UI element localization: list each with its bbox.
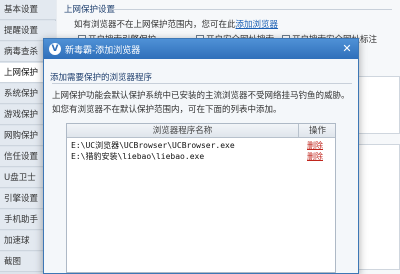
dialog-description: 上网保护功能会默认保护系统中已安装的主流浏览器不受网络挂马钓鱼的威胁。如您有浏览… — [52, 91, 350, 115]
dialog-title: 新毒霸-添加浏览器 — [65, 46, 141, 56]
program-path: E:\UC浏览器\UCBrowser\UCBrowser.exe — [71, 141, 235, 150]
delete-link[interactable]: 删除 — [307, 151, 323, 162]
column-header-program-name[interactable]: 浏览器程序名称 — [67, 124, 299, 138]
sidebar-item-basic[interactable]: 基本设置 — [0, 0, 56, 20]
settings-group-box — [352, 144, 400, 270]
web-protect-section-title: 上网保护设置 — [64, 5, 116, 15]
add-browser-hint-text: 如有浏览器不在上网保护范围内，您可在此 — [74, 20, 236, 30]
list-item[interactable]: E:\UC浏览器\UCBrowser\UCBrowser.exe 删除 — [67, 140, 335, 151]
duba-logo-icon: V — [49, 43, 61, 55]
settings-group-box — [352, 76, 400, 134]
section-divider — [112, 9, 392, 10]
dialog-titlebar[interactable]: V 新毒霸-添加浏览器 ✕ — [44, 39, 358, 59]
list-item[interactable]: E:\猎豹安装\liebao\liebao.exe 删除 — [67, 151, 335, 162]
section-divider — [52, 83, 352, 84]
delete-link[interactable]: 删除 — [307, 140, 323, 151]
add-browser-hint: 如有浏览器不在上网保护范围内，您可在此添加浏览器 — [74, 18, 278, 30]
dialog-section-title: 添加需要保护的浏览器程序 — [50, 73, 153, 83]
browser-program-list[interactable]: 浏览器程序名称 操作 E:\UC浏览器\UCBrowser\UCBrowser.… — [66, 123, 336, 273]
add-browser-link[interactable]: 添加浏览器 — [236, 20, 279, 30]
list-header: 浏览器程序名称 操作 — [67, 124, 335, 138]
close-icon[interactable]: ✕ — [340, 42, 354, 56]
add-browser-dialog: V 新毒霸-添加浏览器 ✕ 添加需要保护的浏览器程序 上网保护功能会默认保护系统… — [43, 38, 359, 274]
program-path: E:\猎豹安装\liebao\liebao.exe — [71, 152, 205, 161]
column-header-action[interactable]: 操作 — [300, 124, 335, 138]
